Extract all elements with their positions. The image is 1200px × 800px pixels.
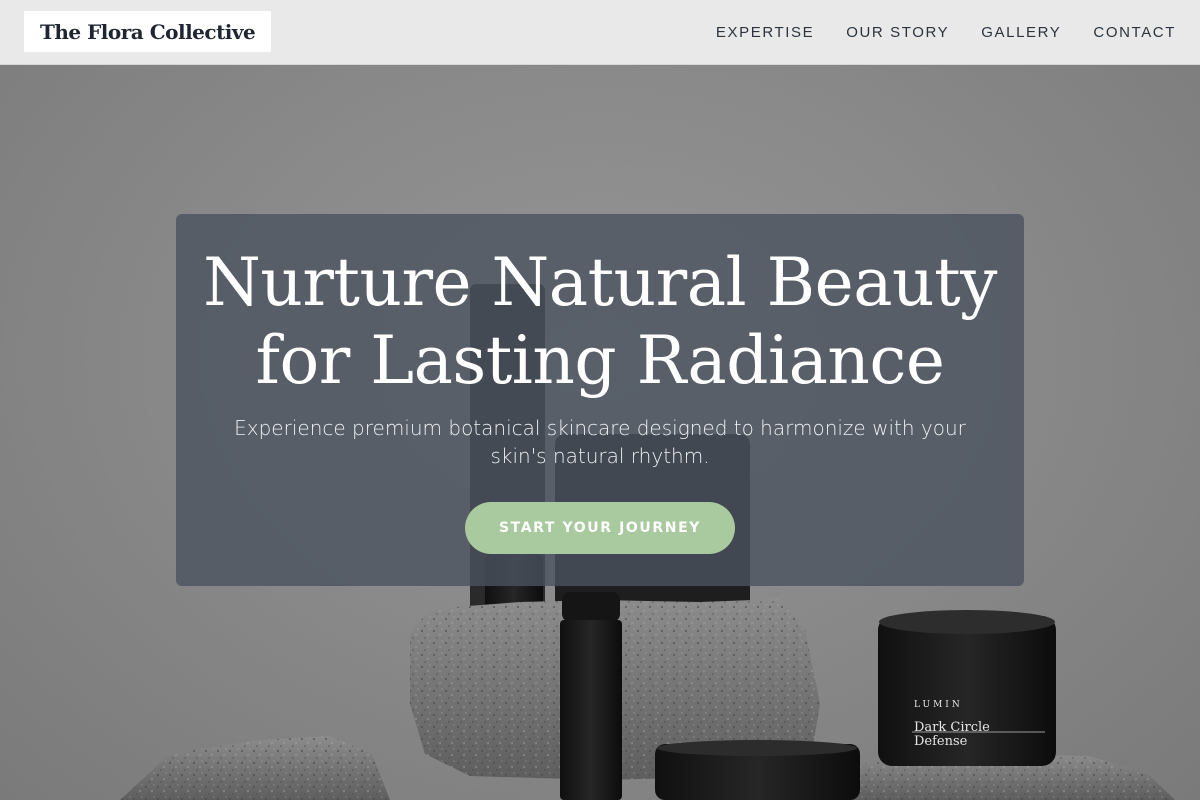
nav-link-contact[interactable]: CONTACT — [1093, 24, 1176, 41]
hero-title-line1: Nurture Natural Beauty — [203, 244, 997, 321]
jar-brand-label: LUMIN — [914, 700, 963, 710]
site-header: The Flora Collective EXPERTISE OUR STORY… — [0, 0, 1200, 65]
start-journey-button[interactable]: START YOUR JOURNEY — [465, 502, 735, 554]
jar-name-line2: Defense — [914, 734, 968, 749]
left-stone — [120, 736, 390, 800]
hero-title-line2: for Lasting Radiance — [255, 322, 945, 399]
front-low-jar — [655, 740, 860, 800]
brand-logo[interactable]: The Flora Collective — [24, 11, 272, 52]
landing-page: The Flora Collective EXPERTISE OUR STORY… — [0, 0, 1200, 800]
nav-link-our-story[interactable]: OUR STORY — [846, 24, 949, 41]
main-nav: EXPERTISE OUR STORY GALLERY CONTACT — [716, 0, 1176, 64]
nav-link-gallery[interactable]: GALLERY — [981, 24, 1061, 41]
jar-name-line1: Dark Circle — [914, 720, 990, 735]
hero-card: Nurture Natural Beauty for Lasting Radia… — [176, 214, 1024, 586]
front-tall-bottle — [560, 592, 622, 800]
hero-title: Nurture Natural Beauty for Lasting Radia… — [176, 244, 1024, 400]
nav-link-expertise[interactable]: EXPERTISE — [716, 24, 814, 41]
hero-subtitle: Experience premium botanical skincare de… — [234, 416, 966, 468]
right-product-jar: LUMIN Dark Circle Defense — [878, 610, 1056, 766]
